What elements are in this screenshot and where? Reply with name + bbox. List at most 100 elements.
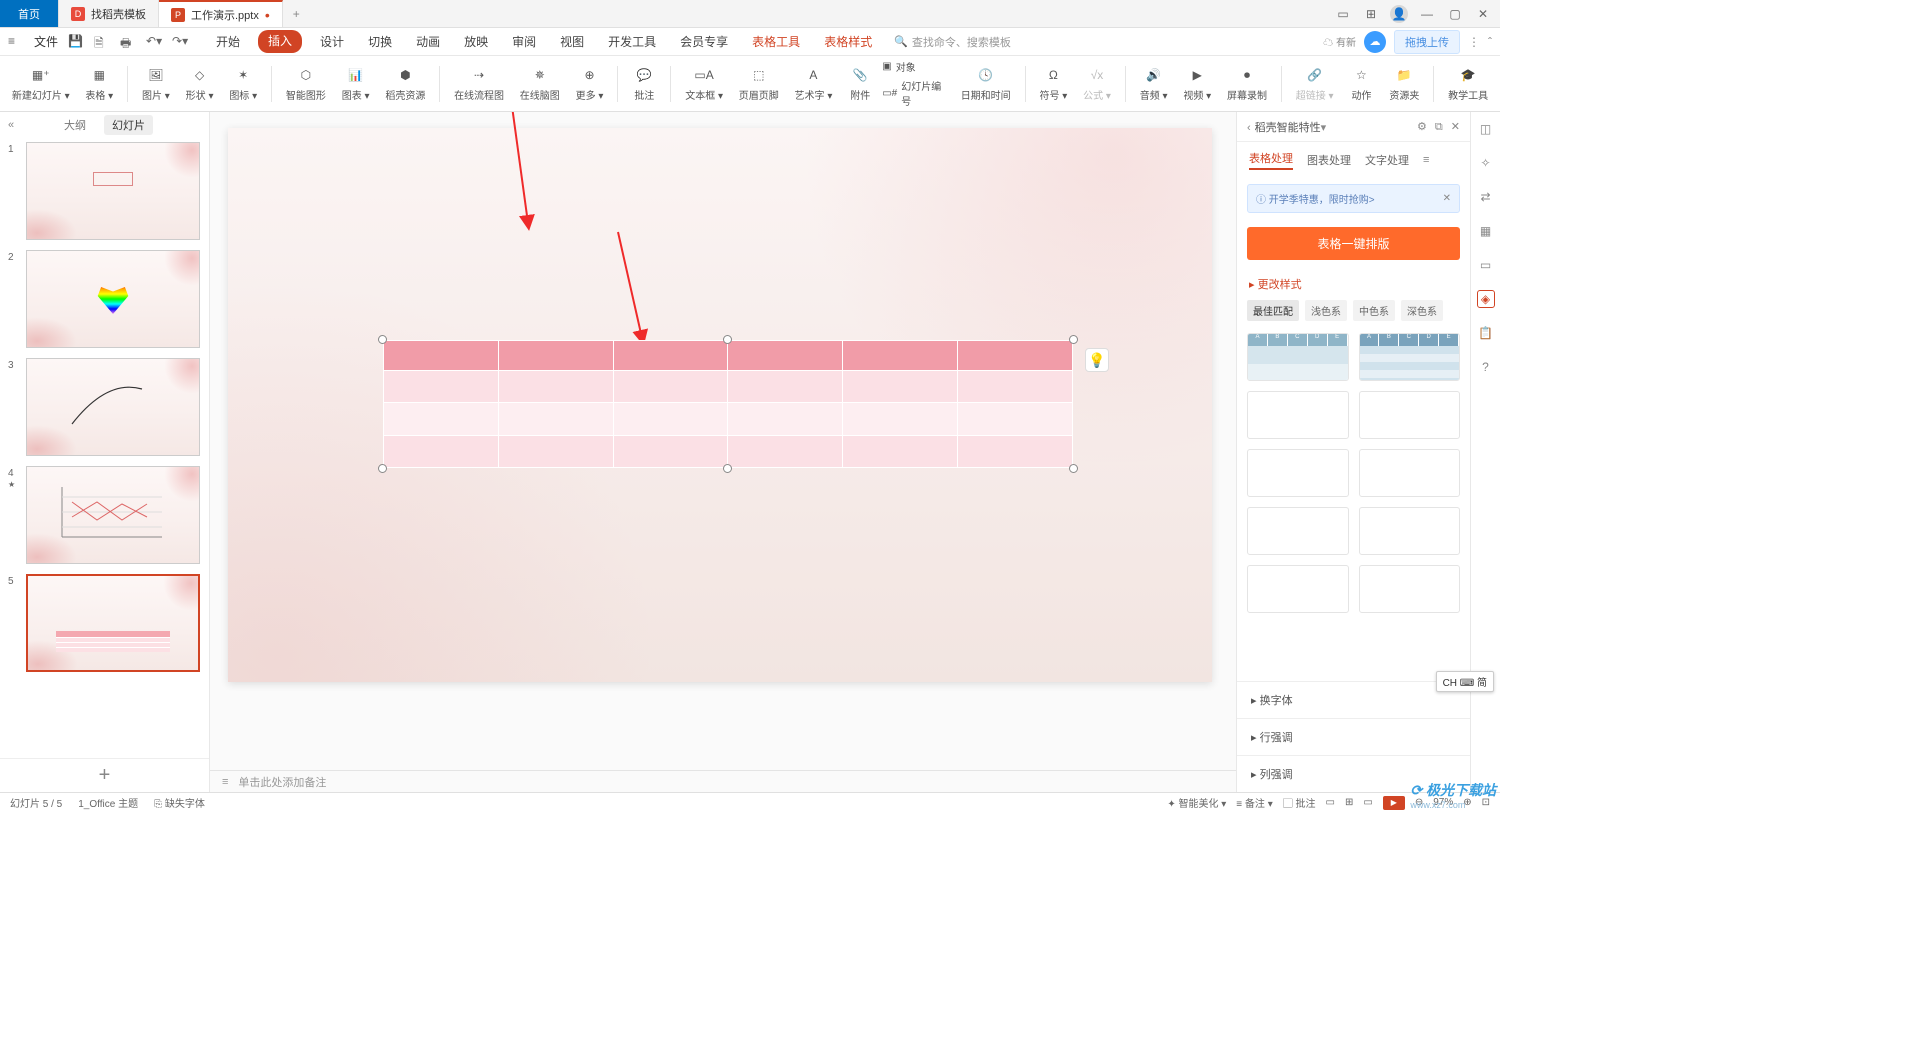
rb-textbox[interactable]: ▭A文本框 ▾ bbox=[679, 65, 729, 102]
slide-canvas[interactable]: 💡 bbox=[228, 128, 1212, 682]
tab-add[interactable]: + bbox=[283, 0, 310, 27]
cloud-sync-icon[interactable]: ☁ bbox=[1364, 31, 1386, 53]
list-icon[interactable]: ≡ bbox=[1423, 154, 1429, 166]
view-normal-icon[interactable]: ▭ bbox=[1326, 797, 1335, 808]
rb-audio[interactable]: 🔊音频 ▾ bbox=[1134, 65, 1174, 102]
chevron-left-icon[interactable]: ‹ bbox=[1247, 122, 1251, 134]
rb-wordart[interactable]: A艺术字 ▾ bbox=[789, 65, 839, 102]
print-preview-icon[interactable]: 🗎 bbox=[94, 34, 110, 50]
filter-medium[interactable]: 中色系 bbox=[1353, 300, 1395, 321]
style-preset[interactable] bbox=[1247, 391, 1349, 439]
rb-more[interactable]: ⊕更多 ▾ bbox=[570, 65, 610, 102]
design-tool-icon[interactable]: ✧ bbox=[1477, 154, 1495, 172]
win-layout-icon[interactable]: ▭ bbox=[1334, 5, 1352, 23]
rb-table[interactable]: ▦表格 ▾ bbox=[79, 65, 119, 102]
resize-handle[interactable] bbox=[1069, 464, 1078, 473]
style-preset[interactable] bbox=[1359, 449, 1461, 497]
rp-tab-text[interactable]: 文字处理 bbox=[1365, 152, 1409, 168]
resize-handle[interactable] bbox=[378, 335, 387, 344]
select-tool-icon[interactable]: ◫ bbox=[1477, 120, 1495, 138]
style-preset[interactable] bbox=[1359, 507, 1461, 555]
rb-screenrec[interactable]: ⏺屏幕录制 bbox=[1221, 65, 1273, 102]
file-menu[interactable]: 文件 bbox=[34, 33, 58, 50]
resize-handle[interactable] bbox=[723, 464, 732, 473]
comments-toggle[interactable]: ▢ 批注 bbox=[1283, 795, 1316, 810]
layout-tool-icon[interactable]: ▦ bbox=[1477, 222, 1495, 240]
tab-animation[interactable]: 动画 bbox=[410, 30, 446, 53]
kebab-icon[interactable]: ⋮ bbox=[1468, 35, 1480, 49]
resize-handle[interactable] bbox=[1069, 335, 1078, 344]
redo-icon[interactable]: ↷▾ bbox=[172, 34, 188, 50]
style-preset[interactable] bbox=[1247, 507, 1349, 555]
gear-icon[interactable]: ⚙ bbox=[1417, 121, 1427, 133]
tab-start[interactable]: 开始 bbox=[210, 30, 246, 53]
style-preset[interactable] bbox=[1247, 565, 1349, 613]
animate-tool-icon[interactable]: ⇄ bbox=[1477, 188, 1495, 206]
tab-devtools[interactable]: 开发工具 bbox=[602, 30, 662, 53]
rb-flowchart[interactable]: ⇢在线流程图 bbox=[448, 65, 510, 102]
rb-new-slide[interactable]: ▦⁺新建幻灯片 ▾ bbox=[6, 65, 75, 102]
avatar-icon[interactable]: 👤 bbox=[1390, 5, 1408, 23]
rb-comment[interactable]: 💬批注 bbox=[626, 65, 662, 102]
tab-insert[interactable]: 插入 bbox=[258, 30, 302, 53]
rb-chart[interactable]: 📊图表 ▾ bbox=[336, 65, 376, 102]
tab-view[interactable]: 视图 bbox=[554, 30, 590, 53]
style-preset[interactable]: ABCDE bbox=[1247, 333, 1349, 381]
add-slide-button[interactable]: + bbox=[0, 758, 209, 792]
rp-tab-table[interactable]: 表格处理 bbox=[1249, 150, 1293, 170]
chevron-up-icon[interactable]: ˆ bbox=[1488, 35, 1492, 49]
rb-hyperlink[interactable]: 🔗超链接 ▾ bbox=[1290, 65, 1340, 102]
slide-thumb-4[interactable] bbox=[26, 466, 200, 564]
rb-image[interactable]: 🖼图片 ▾ bbox=[136, 65, 176, 102]
clipboard-tool-icon[interactable]: 📋 bbox=[1477, 324, 1495, 342]
minimize-icon[interactable]: — bbox=[1418, 5, 1436, 23]
notes-pane[interactable]: ≡ 单击此处添加备注 bbox=[210, 770, 1236, 792]
rb-equation[interactable]: √x公式 ▾ bbox=[1077, 65, 1117, 102]
save-icon[interactable]: 💾 bbox=[68, 34, 84, 50]
rb-video[interactable]: ▶视频 ▾ bbox=[1177, 65, 1217, 102]
search-box[interactable]: 🔍 查找命令、搜索模板 bbox=[894, 34, 1011, 50]
tab-transition[interactable]: 切换 bbox=[362, 30, 398, 53]
tab-review[interactable]: 审阅 bbox=[506, 30, 542, 53]
upload-button[interactable]: 拖拽上传 bbox=[1394, 30, 1460, 54]
close-panel-icon[interactable]: ✕ bbox=[1451, 121, 1460, 133]
missing-font[interactable]: ⎘ 缺失字体 bbox=[154, 795, 205, 810]
table-selection[interactable]: 💡 bbox=[383, 340, 1073, 468]
inserted-table[interactable] bbox=[383, 340, 1073, 468]
resize-handle[interactable] bbox=[723, 335, 732, 344]
rb-headerfooter[interactable]: ⬚页眉页脚 bbox=[733, 65, 785, 102]
rb-docer[interactable]: ⬢稻壳资源 bbox=[379, 65, 431, 102]
smart-suggestion-icon[interactable]: 💡 bbox=[1085, 348, 1109, 372]
style-preset[interactable] bbox=[1359, 391, 1461, 439]
tab-slideshow[interactable]: 放映 bbox=[458, 30, 494, 53]
style-preset[interactable] bbox=[1359, 565, 1461, 613]
rp-tab-chart[interactable]: 图表处理 bbox=[1307, 152, 1351, 168]
tab-home[interactable]: 首页 bbox=[0, 0, 59, 27]
help-icon[interactable]: ? bbox=[1477, 358, 1495, 376]
tab-slides-list[interactable]: 幻灯片 bbox=[104, 115, 153, 135]
close-icon[interactable]: ✕ bbox=[1474, 5, 1492, 23]
rb-object[interactable]: ▣对象 bbox=[882, 59, 951, 74]
slide-thumb-2[interactable] bbox=[26, 250, 200, 348]
section-style[interactable]: ▸ 更改样式 bbox=[1237, 268, 1470, 292]
smart-beautify[interactable]: ✦ 智能美化 ▾ bbox=[1167, 795, 1226, 810]
auto-layout-button[interactable]: 表格一键排版 bbox=[1247, 227, 1460, 260]
section-row[interactable]: ▸ 行强调 bbox=[1237, 718, 1470, 755]
notes-toggle[interactable]: ≡ 备注 ▾ bbox=[1236, 795, 1272, 810]
tab-member[interactable]: 会员专享 bbox=[674, 30, 734, 53]
rb-smartart[interactable]: ⬡智能图形 bbox=[280, 65, 332, 102]
tab-outline[interactable]: 大纲 bbox=[56, 115, 94, 135]
rb-slideno[interactable]: ▭#幻灯片编号 bbox=[882, 78, 951, 108]
slide-thumb-5[interactable] bbox=[26, 574, 200, 672]
rb-mindmap[interactable]: ✵在线脑图 bbox=[514, 65, 566, 102]
cloud-status[interactable]: ☁ 有新 bbox=[1323, 34, 1356, 49]
tab-tablestyle[interactable]: 表格样式 bbox=[818, 30, 878, 53]
collapse-panel-icon[interactable]: « bbox=[8, 119, 14, 131]
close-banner-icon[interactable]: ✕ bbox=[1443, 193, 1451, 204]
rb-teaching[interactable]: 🎓教学工具 bbox=[1442, 65, 1494, 102]
resize-handle[interactable] bbox=[378, 464, 387, 473]
rb-resources[interactable]: 📁资源夹 bbox=[1383, 65, 1425, 102]
ime-indicator[interactable]: CH ⌨ 简 bbox=[1436, 671, 1494, 692]
style-preset[interactable] bbox=[1247, 449, 1349, 497]
print-icon[interactable]: 🖶 bbox=[120, 34, 136, 50]
